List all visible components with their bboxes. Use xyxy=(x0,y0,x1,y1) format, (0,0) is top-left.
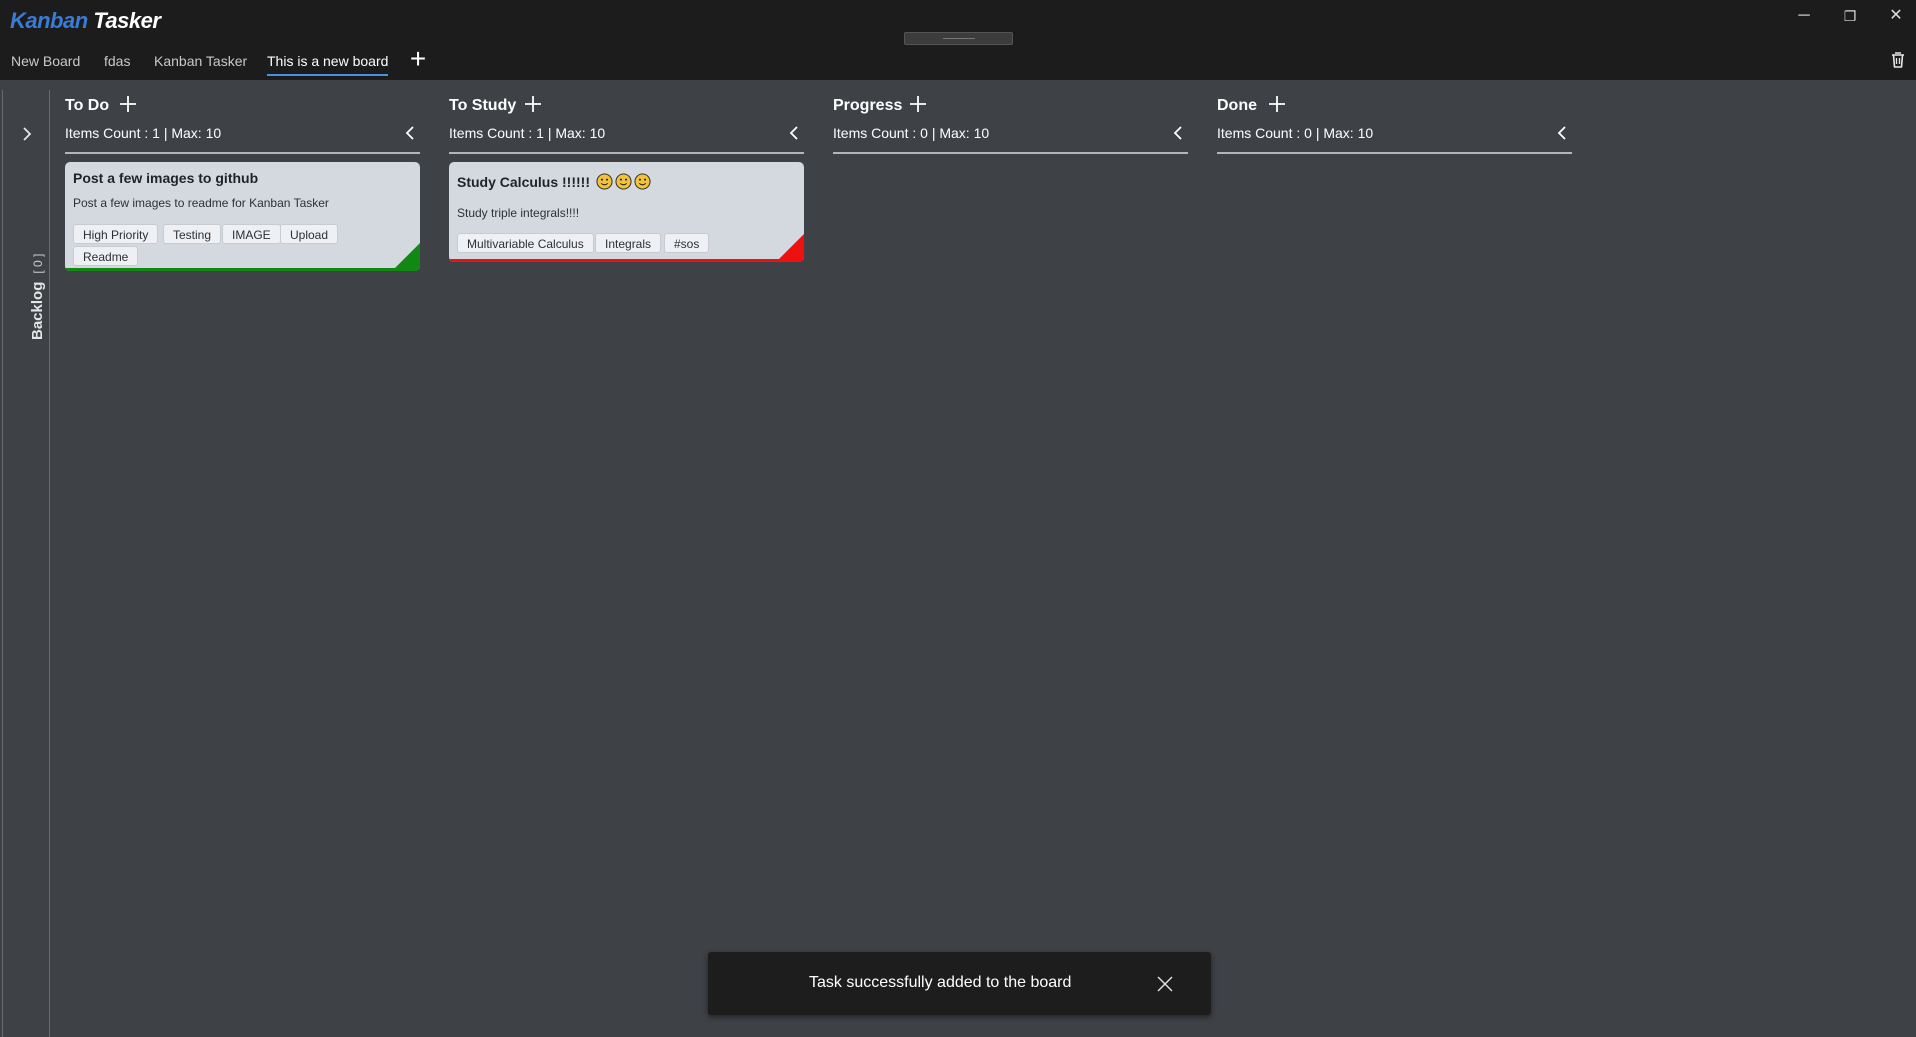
chevron-left-icon[interactable] xyxy=(400,123,420,143)
column-header: Done Items Count : 0 | Max: 10 xyxy=(1217,90,1572,154)
backlog-count: [ 0 ] xyxy=(31,253,45,274)
column-title: To Do xyxy=(65,97,110,114)
tab-fdas[interactable]: fdas xyxy=(104,48,130,76)
add-task-icon[interactable] xyxy=(117,93,139,115)
card-color-bar xyxy=(449,259,804,262)
add-task-icon[interactable] xyxy=(522,93,544,115)
column-to-do: To Do Items Count : 1 | Max: 10 Post a f… xyxy=(65,90,420,271)
tag-testing[interactable]: Testing xyxy=(163,224,222,244)
card-description: Study triple integrals!!!! xyxy=(457,206,580,220)
column-header: Progress Items Count : 0 | Max: 10 xyxy=(833,90,1188,154)
column-meta: Items Count : 1 | Max: 10 xyxy=(449,125,606,141)
card-title-row: Study Calculus !!!!!! xyxy=(457,173,651,190)
toast-notification: Task successfully added to the board xyxy=(708,952,1211,1015)
logo-kanban: Kanban xyxy=(10,8,88,33)
backlog-panel: Backlog [ 0 ] xyxy=(2,90,50,1037)
column-title: To Study xyxy=(449,97,517,114)
column-to-study: To Study Items Count : 1 | Max: 10 Study… xyxy=(449,90,804,262)
backlog-label: Backlog xyxy=(29,281,46,340)
chevron-right-icon[interactable] xyxy=(17,124,37,144)
backlog-toggle[interactable]: Backlog [ 0 ] xyxy=(29,254,46,340)
app-logo: Kanban Tasker xyxy=(10,8,161,34)
minimize-button[interactable]: ─ xyxy=(1784,4,1824,28)
column-header: To Do Items Count : 1 | Max: 10 xyxy=(65,90,420,154)
tab-new-board[interactable]: New Board xyxy=(11,48,80,76)
smiley-icon xyxy=(634,173,651,190)
add-board-button[interactable]: + xyxy=(404,45,432,74)
chevron-left-icon[interactable] xyxy=(784,123,804,143)
column-meta: Items Count : 1 | Max: 10 xyxy=(65,125,222,141)
tag-multivariable-calculus[interactable]: Multivariable Calculus xyxy=(457,233,594,253)
logo-tasker: Tasker xyxy=(93,8,161,33)
task-card[interactable]: Post a few images to github Post a few i… xyxy=(65,162,420,271)
tag-upload[interactable]: Upload xyxy=(280,224,339,244)
tag-readme[interactable]: Readme xyxy=(73,246,139,266)
column-title: Done xyxy=(1217,97,1257,114)
chevron-left-icon[interactable] xyxy=(1552,123,1572,143)
title-bar: Kanban Tasker ─ ❐ ✕ New Board fdas Kanba… xyxy=(0,0,1916,80)
tag-high-priority[interactable]: High Priority xyxy=(73,224,159,244)
card-description: Post a few images to readme for Kanban T… xyxy=(73,196,329,210)
column-meta: Items Count : 0 | Max: 10 xyxy=(833,125,990,141)
card-color-corner xyxy=(776,234,804,262)
card-color-bar xyxy=(65,268,420,271)
smiley-icon xyxy=(596,173,613,190)
card-title: Study Calculus !!!!!! xyxy=(457,174,590,190)
smiley-icon xyxy=(615,173,632,190)
card-title: Post a few images to github xyxy=(73,170,259,186)
card-color-corner xyxy=(392,243,420,271)
close-button[interactable]: ✕ xyxy=(1876,4,1916,28)
trash-icon[interactable] xyxy=(1888,50,1908,70)
toast-message: Task successfully added to the board xyxy=(809,974,1072,991)
tag-image[interactable]: IMAGE xyxy=(222,224,281,244)
task-card[interactable]: Study Calculus !!!!!! Study triple integ… xyxy=(449,162,804,262)
tab-kanban-tasker[interactable]: Kanban Tasker xyxy=(154,48,247,76)
drag-handle[interactable] xyxy=(904,32,1013,45)
restore-button[interactable]: ❐ xyxy=(1830,4,1870,28)
close-icon[interactable] xyxy=(1155,974,1175,994)
column-meta: Items Count : 0 | Max: 10 xyxy=(1217,125,1374,141)
column-title: Progress xyxy=(833,97,903,114)
add-task-icon[interactable] xyxy=(907,93,929,115)
tag-sos[interactable]: #sos xyxy=(664,233,710,253)
column-header: To Study Items Count : 1 | Max: 10 xyxy=(449,90,804,154)
column-progress: Progress Items Count : 0 | Max: 10 xyxy=(833,90,1188,154)
tab-this-is-a-new-board[interactable]: This is a new board xyxy=(267,48,389,76)
add-task-icon[interactable] xyxy=(1266,93,1288,115)
tag-integrals[interactable]: Integrals xyxy=(595,233,662,253)
column-done: Done Items Count : 0 | Max: 10 xyxy=(1217,90,1572,154)
chevron-left-icon[interactable] xyxy=(1168,123,1188,143)
